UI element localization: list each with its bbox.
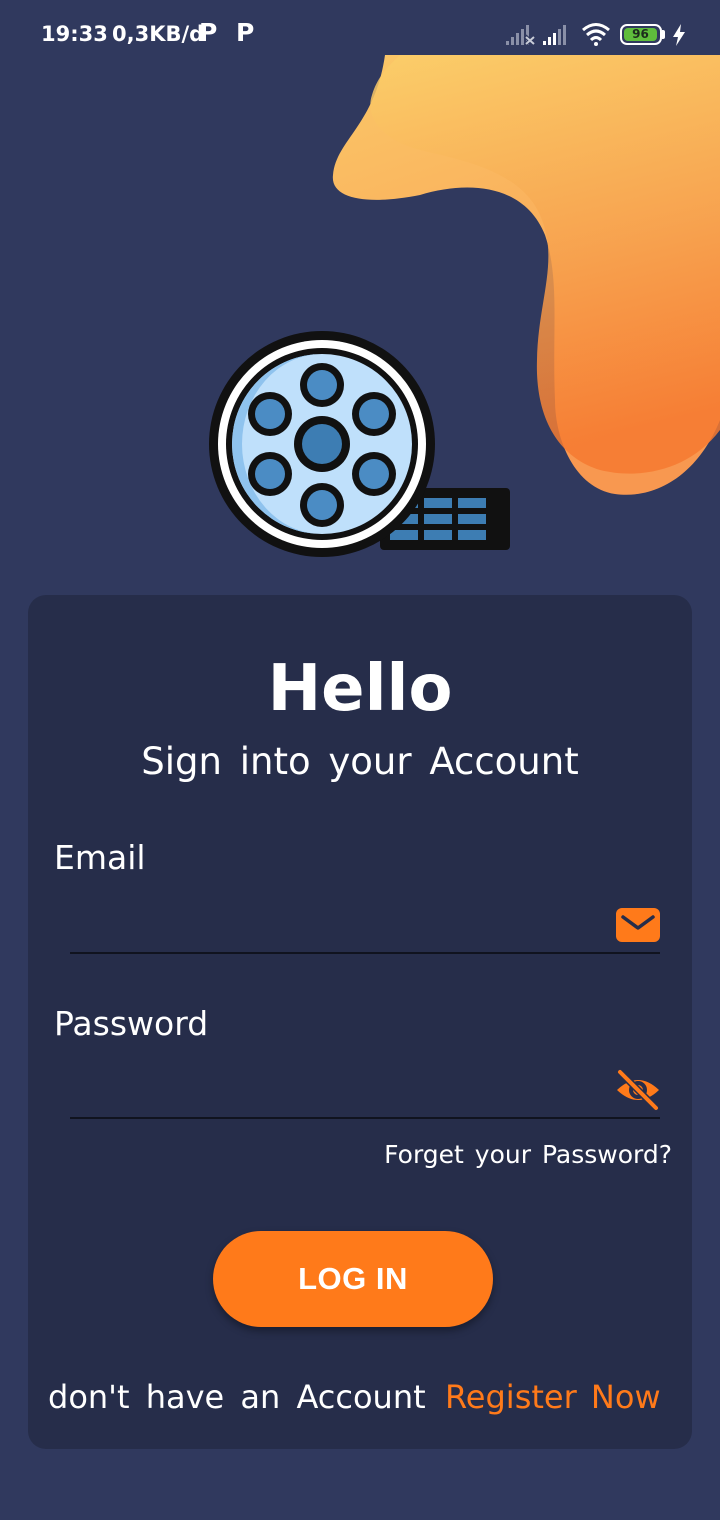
eye-off-icon[interactable] xyxy=(614,1068,662,1112)
page-title: Hello xyxy=(267,652,453,726)
film-reel-icon xyxy=(209,331,510,557)
envelope-icon xyxy=(616,908,660,942)
email-field[interactable] xyxy=(70,902,660,954)
no-account-text: don't have an Account xyxy=(48,1378,426,1416)
email-label: Email xyxy=(54,838,146,877)
forgot-password-link[interactable]: Forget your Password? xyxy=(384,1140,672,1169)
password-field[interactable] xyxy=(70,1067,660,1119)
page-subtitle: Sign into your Account xyxy=(141,740,579,783)
password-label: Password xyxy=(54,1004,209,1043)
login-button[interactable]: LOG IN xyxy=(213,1231,493,1327)
register-link[interactable]: Register Now xyxy=(445,1378,661,1416)
